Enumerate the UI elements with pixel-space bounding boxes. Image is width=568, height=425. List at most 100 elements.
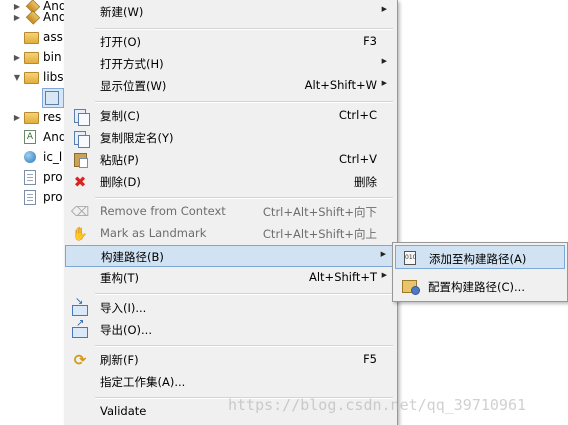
tree-item-label: bin	[43, 50, 62, 64]
menu-item-label: 新建(W)	[100, 5, 144, 19]
submenu-arrow-icon: ▶	[381, 5, 387, 13]
paste-icon	[72, 152, 88, 168]
menu-item-delete[interactable]: ✖ 删除(D) 删除	[65, 171, 395, 193]
package-icon	[24, 10, 41, 25]
menu-item-label: 指定工作集(A)...	[100, 375, 186, 389]
tree-item-label: And	[43, 10, 67, 24]
landmark-icon: ✋	[71, 226, 89, 242]
submenu-item-label: 添加至构建路径(A)	[429, 252, 527, 266]
tree-item-label: res	[43, 110, 62, 124]
watermark-text: https://blog.csdn.net/qq_39710961	[228, 396, 527, 414]
menu-item-label: 删除(D)	[100, 175, 141, 189]
menu-item-label: Validate	[100, 404, 147, 418]
menu-item-open-with[interactable]: 打开方式(H) ▶	[65, 53, 395, 75]
menu-item-label: 导入(I)...	[100, 301, 147, 315]
menu-item-remove-from-context: ⌫ Remove from Context Ctrl+Alt+Shift+向下	[65, 201, 395, 223]
jar-add-icon: 010	[402, 250, 418, 266]
tree-item[interactable]: ass	[12, 27, 63, 47]
menu-separator	[95, 197, 393, 199]
tree-item[interactable]: ic_l	[12, 147, 62, 167]
copy-icon	[72, 108, 90, 126]
menu-item-import[interactable]: 导入(I)...	[65, 296, 395, 319]
menu-item-label: Mark as Landmark	[100, 226, 207, 240]
menu-item-label: 刷新(F)	[100, 353, 139, 367]
submenu-item-configure-build-path[interactable]: 配置构建路径(C)...	[395, 274, 565, 298]
menu-item-label: 粘贴(P)	[100, 153, 139, 167]
menu-item-mark-as-landmark: ✋ Mark as Landmark Ctrl+Alt+Shift+向上	[65, 223, 395, 245]
export-icon	[72, 318, 88, 338]
tree-item[interactable]: A And	[12, 127, 66, 147]
tree-item-label: libs	[43, 70, 64, 84]
folder-icon	[24, 70, 40, 84]
file-icon	[24, 170, 40, 185]
tree-item-label: pro	[43, 170, 63, 184]
menu-item-assign-working-sets[interactable]: 指定工作集(A)...	[65, 371, 395, 393]
import-icon	[72, 296, 88, 316]
remove-context-icon: ⌫	[70, 204, 90, 220]
menu-separator	[95, 345, 393, 347]
submenu-arrow-icon: ▶	[380, 250, 386, 258]
menu-item-shortcut: F5	[363, 352, 377, 366]
menu-item-refactor[interactable]: 重构(T) Alt+Shift+T ▶	[65, 267, 395, 289]
menu-item-build-path[interactable]: 构建路径(B) ▶	[65, 245, 395, 267]
file-icon	[24, 190, 40, 205]
refresh-icon: ⟳	[73, 351, 87, 369]
context-menu: 新建(W) ▶ 打开(O) F3 打开方式(H) ▶ 显示位置(W) Alt+S…	[64, 0, 398, 425]
tree-item[interactable]: pro	[12, 167, 63, 187]
tree-item-label: And	[43, 130, 67, 144]
expand-arrow-icon[interactable]: ▶	[12, 113, 22, 122]
expand-arrow-icon[interactable]: ▶	[12, 13, 22, 22]
menu-item-shortcut: F3	[363, 34, 377, 48]
manifest-icon: A	[24, 130, 40, 144]
configure-build-path-icon	[401, 278, 420, 295]
menu-item-shortcut: Alt+Shift+W	[304, 78, 377, 92]
tree-item[interactable]: ▶ bin	[12, 47, 62, 67]
menu-item-label: 重构(T)	[100, 271, 139, 285]
menu-separator	[95, 28, 393, 30]
expand-arrow-icon[interactable]: ▼	[12, 73, 22, 82]
menu-item-label: 导出(O)...	[100, 323, 152, 337]
menu-item-label: 复制(C)	[100, 109, 141, 123]
menu-item-shortcut: Ctrl+C	[338, 108, 377, 122]
package-explorer-tree: ▶ And ▶ And ass ▶ bin ▼ libs ▶ res A And	[0, 0, 70, 425]
tree-item-label: ic_l	[43, 150, 63, 164]
tree-item[interactable]: pro	[12, 187, 63, 207]
submenu-item-add-to-build-path[interactable]: 010 添加至构建路径(A)	[395, 245, 565, 269]
menu-separator	[95, 293, 393, 295]
folder-icon	[24, 110, 40, 124]
menu-item-label: 显示位置(W)	[100, 79, 167, 93]
menu-item-paste[interactable]: 粘贴(P) Ctrl+V	[65, 149, 395, 171]
menu-item-copy[interactable]: 复制(C) Ctrl+C	[65, 105, 395, 127]
submenu-arrow-icon: ▶	[381, 79, 387, 87]
tree-item[interactable]: ▶ And	[12, 7, 66, 27]
build-path-submenu: 010 添加至构建路径(A) 配置构建路径(C)...	[392, 242, 568, 302]
submenu-item-label: 配置构建路径(C)...	[428, 280, 525, 294]
menu-item-shortcut: Alt+Shift+T	[308, 270, 377, 284]
menu-item-show-in[interactable]: 显示位置(W) Alt+Shift+W ▶	[65, 75, 395, 97]
menu-item-shortcut: Ctrl+Alt+Shift+向下	[262, 205, 377, 219]
menu-item-shortcut: 删除	[354, 175, 377, 189]
menu-item-shortcut: Ctrl+Alt+Shift+向上	[262, 227, 377, 241]
folder-icon	[24, 50, 40, 64]
expand-arrow-icon[interactable]: ▶	[12, 53, 22, 62]
menu-item-label: 打开方式(H)	[100, 57, 164, 71]
copy-qualified-icon	[72, 130, 90, 148]
menu-item-new[interactable]: 新建(W) ▶	[65, 1, 395, 23]
tree-item-label: ass	[43, 30, 63, 44]
submenu-arrow-icon: ▶	[381, 57, 387, 65]
tree-item-selected[interactable]	[42, 88, 64, 108]
menu-item-label: 复制限定名(Y)	[100, 131, 174, 145]
menu-item-label: Remove from Context	[100, 204, 226, 218]
menu-separator	[95, 101, 393, 103]
menu-item-export[interactable]: 导出(O)...	[65, 318, 395, 341]
tree-item[interactable]: ▶ res	[12, 107, 61, 127]
jar-icon	[45, 91, 61, 105]
delete-icon: ✖	[73, 173, 87, 191]
menu-item-copy-qualified-name[interactable]: 复制限定名(Y)	[65, 127, 395, 149]
tree-item[interactable]: ▼ libs	[12, 67, 64, 87]
menu-item-open[interactable]: 打开(O) F3	[65, 31, 395, 53]
folder-icon	[24, 30, 40, 44]
tree-item-label: pro	[43, 190, 63, 204]
menu-item-refresh[interactable]: ⟳ 刷新(F) F5	[65, 349, 395, 371]
menu-item-label: 打开(O)	[100, 35, 142, 49]
